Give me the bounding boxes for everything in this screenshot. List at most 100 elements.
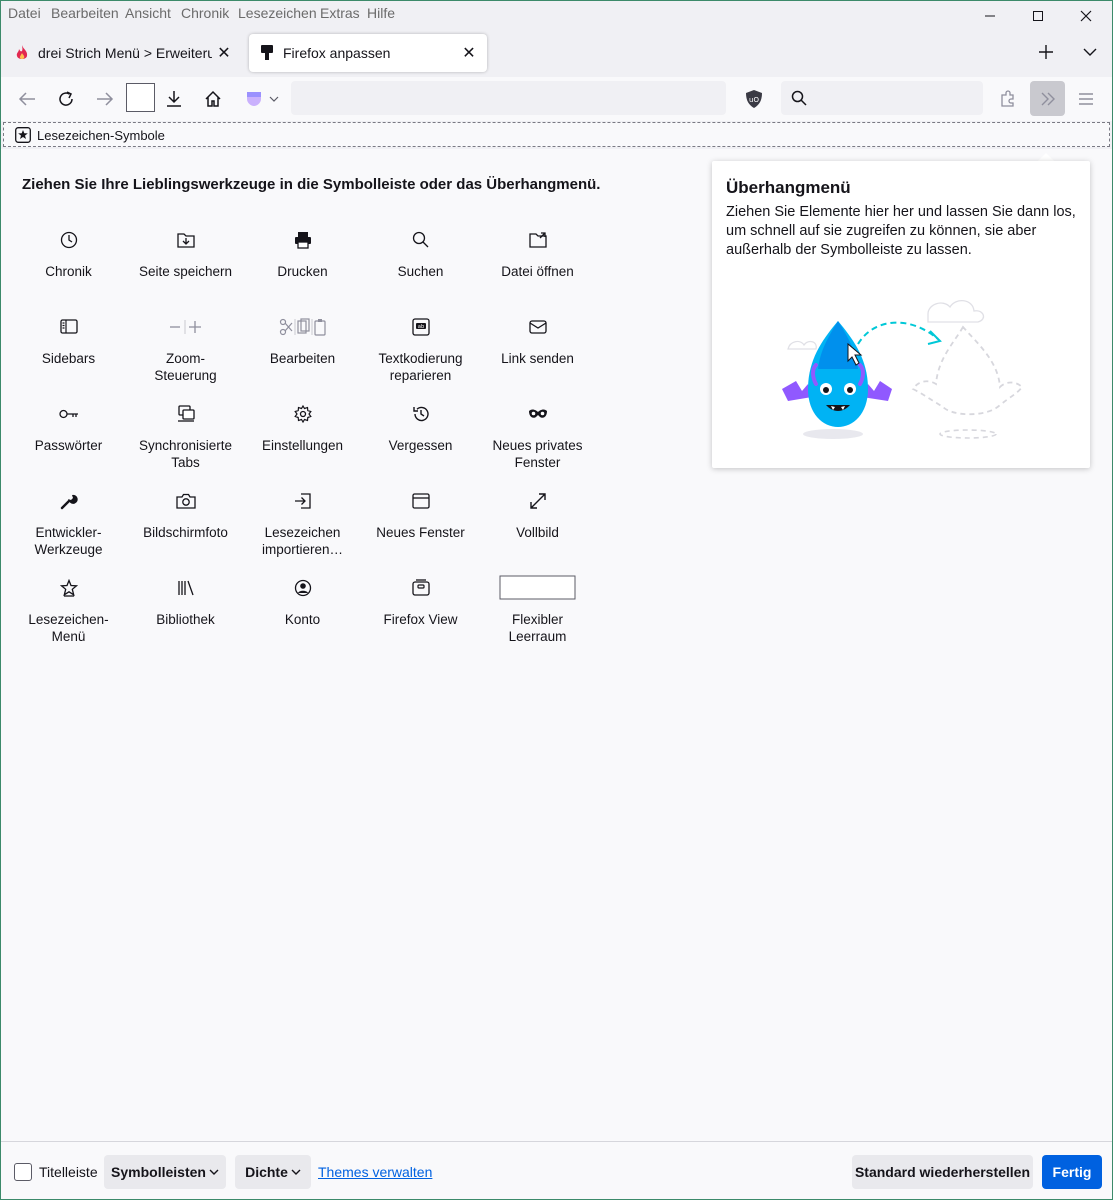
palette-item-lesezeichen-menue[interactable]: Lesezeichen- Menü — [10, 573, 127, 653]
overflow-panel[interactable]: Überhangmenü Ziehen Sie Elemente hier he… — [712, 161, 1090, 468]
extensions-button[interactable] — [992, 83, 1024, 115]
forward-button[interactable] — [89, 83, 121, 115]
customize-footer: Titelleiste Symbolleisten Dichte Themes … — [1, 1141, 1112, 1199]
palette-item-vollbild[interactable]: Vollbild — [479, 486, 596, 566]
palette-item-flexibler-leerraum[interactable]: Flexibler Leerraum — [479, 573, 596, 653]
palette-item-datei-oeffnen[interactable]: Datei öffnen — [479, 225, 596, 305]
density-dropdown-button[interactable]: Dichte — [235, 1155, 311, 1189]
toolbars-dropdown-button[interactable]: Symbolleisten — [104, 1155, 226, 1189]
flexible-space-icon — [479, 573, 596, 603]
edit-icon — [244, 312, 361, 342]
fullscreen-icon — [479, 486, 596, 516]
palette-item-label: Neues Fenster — [376, 525, 465, 540]
save-page-icon — [127, 225, 244, 255]
bookmarks-toolbar-label: Lesezeichen-Symbole — [37, 128, 165, 143]
palette-item-konto[interactable]: Konto — [244, 573, 361, 653]
palette-item-einstellungen[interactable]: Einstellungen — [244, 399, 361, 479]
palette-item-label: Sidebars — [41, 351, 96, 366]
palette-item-sidebars[interactable]: Sidebars — [10, 312, 127, 392]
reload-button[interactable] — [50, 83, 82, 115]
menu-bar: Datei Bearbeiten Ansicht Chronik Lesezei… — [1, 1, 1112, 27]
clock-icon — [10, 225, 127, 255]
palette-item-neues-fenster[interactable]: Neues Fenster — [362, 486, 479, 566]
done-button[interactable]: Fertig — [1042, 1155, 1102, 1189]
minimize-button[interactable] — [967, 2, 1013, 30]
hamburger-icon — [1079, 93, 1093, 105]
list-all-tabs-button[interactable] — [1067, 38, 1113, 66]
palette-item-entwicklerwerkzeuge[interactable]: Entwickler- Werkzeuge — [10, 486, 127, 566]
maximize-button[interactable] — [1015, 2, 1061, 30]
titlebar-checkbox[interactable] — [14, 1163, 32, 1181]
downloads-button[interactable] — [158, 83, 190, 115]
dragon-illustration — [782, 300, 1024, 439]
menu-datei[interactable]: Datei — [8, 5, 41, 21]
container-icon — [247, 92, 279, 106]
bookmark-star-icon — [15, 127, 31, 143]
menu-chronik[interactable]: Chronik — [181, 5, 229, 21]
menu-lesezeichen[interactable]: Lesezeichen — [238, 5, 317, 21]
window-icon — [362, 486, 479, 516]
palette-item-drucken[interactable]: Drucken — [244, 225, 361, 305]
palette-item-label: Einstellungen — [261, 438, 344, 453]
palette-item-label: Seite speichern — [138, 264, 233, 279]
palette-item-chronik[interactable]: Chronik — [10, 225, 127, 305]
palette-item-firefox-view[interactable]: Firefox View — [362, 573, 479, 653]
new-tab-button[interactable] — [1023, 38, 1069, 66]
palette-item-zoom[interactable]: Zoom- Steuerung — [127, 312, 244, 392]
bookmarks-toolbar[interactable]: Lesezeichen-Symbole — [3, 122, 1110, 147]
palette-item-bibliothek[interactable]: Bibliothek — [127, 573, 244, 653]
svg-text:ab: ab — [417, 324, 423, 330]
search-icon — [791, 90, 807, 106]
menu-hilfe[interactable]: Hilfe — [367, 5, 395, 21]
tab-strip: drei Strich Menü > Erweiterungen ✕ Firef… — [1, 27, 1112, 77]
chevron-double-right-icon — [1041, 92, 1055, 105]
url-bar[interactable] — [291, 81, 726, 115]
back-button[interactable] — [11, 83, 43, 115]
restore-defaults-button[interactable]: Standard wiederherstellen — [852, 1155, 1033, 1189]
tab-erweiterungen[interactable]: drei Strich Menü > Erweiterungen ✕ — [4, 34, 242, 72]
sidebar-icon — [10, 312, 127, 342]
close-window-button[interactable] — [1063, 2, 1109, 30]
manage-themes-link[interactable]: Themes verwalten — [318, 1164, 432, 1180]
palette-item-synchronisierte-tabs[interactable]: Synchronisierte Tabs — [127, 399, 244, 479]
palette-item-bildschirmfoto[interactable]: Bildschirmfoto — [127, 486, 244, 566]
palette-item-passwoerter[interactable]: Passwörter — [10, 399, 127, 479]
palette-item-vergessen[interactable]: Vergessen — [362, 399, 479, 479]
paintbrush-icon — [259, 45, 275, 61]
open-file-icon — [479, 225, 596, 255]
palette-item-label: Vergessen — [388, 438, 453, 453]
menu-ansicht[interactable]: Ansicht — [125, 5, 171, 21]
tab-firefox-anpassen[interactable]: Firefox anpassen ✕ — [249, 34, 487, 72]
palette-item-bearbeiten[interactable]: Bearbeiten — [244, 312, 361, 392]
palette-item-textkodierung[interactable]: ab Textkodierung reparieren — [362, 312, 479, 392]
close-tab-icon[interactable]: ✕ — [212, 41, 236, 65]
menu-extras[interactable]: Extras — [320, 5, 360, 21]
menu-bearbeiten[interactable]: Bearbeiten — [51, 5, 119, 21]
plus-icon — [1039, 45, 1053, 59]
palette-item-lesezeichen-importieren[interactable]: Lesezeichen importieren… — [244, 486, 361, 566]
arrow-left-icon — [18, 92, 35, 106]
navigation-toolbar: uO — [1, 77, 1112, 121]
chevron-down-icon — [209, 1169, 219, 1175]
palette-item-label: Lesezeichen- Menü — [28, 612, 109, 644]
home-icon — [205, 90, 221, 107]
palette-item-seite-speichern[interactable]: Seite speichern — [127, 225, 244, 305]
palette-item-label: Flexibler Leerraum — [508, 612, 567, 644]
flexible-space[interactable] — [126, 83, 155, 112]
palette-item-label: Synchronisierte Tabs — [138, 438, 233, 470]
palette-item-label: Vollbild — [516, 525, 559, 540]
palette-item-privates-fenster[interactable]: Neues privates Fenster — [479, 399, 596, 479]
container-button[interactable] — [241, 83, 285, 115]
search-bar[interactable] — [781, 81, 983, 115]
close-tab-icon[interactable]: ✕ — [457, 41, 481, 65]
home-button[interactable] — [197, 83, 229, 115]
overflow-description: Ziehen Sie Elemente hier her und lassen … — [726, 204, 1076, 258]
palette-item-link-senden[interactable]: Link senden — [479, 312, 596, 392]
overflow-menu-button[interactable] — [1030, 81, 1065, 116]
palette-item-suchen[interactable]: Suchen — [362, 225, 479, 305]
app-menu-button[interactable] — [1070, 83, 1102, 115]
palette-item-label: Entwickler- Werkzeuge — [34, 525, 103, 557]
titlebar-checkbox-label: Titelleiste — [39, 1164, 98, 1180]
ublock-button[interactable]: uO — [738, 83, 770, 115]
palette-item-label: Firefox View — [383, 612, 458, 627]
